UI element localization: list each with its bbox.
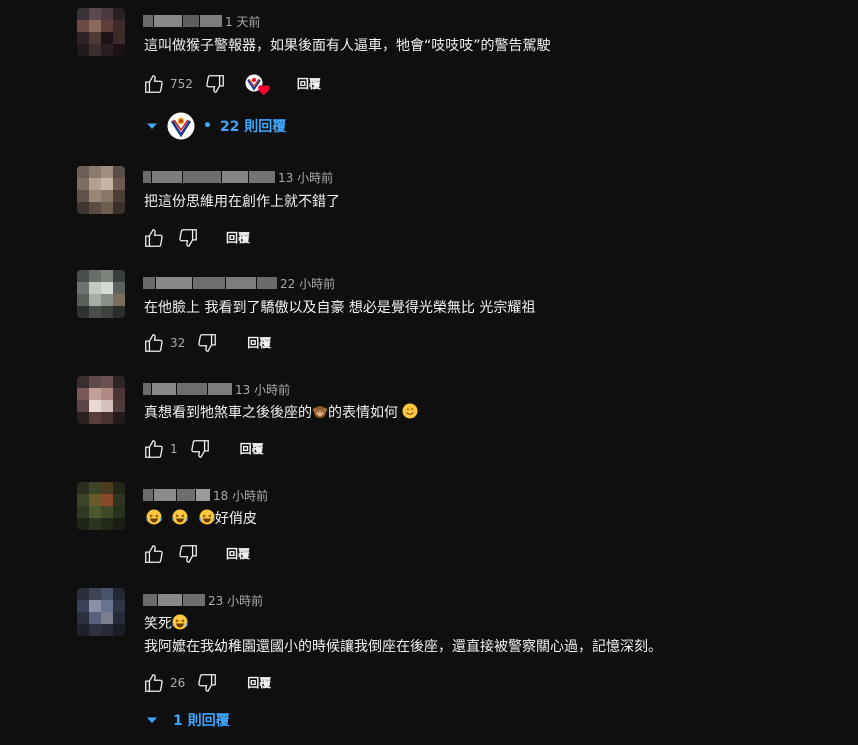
- comment-text: 這叫做猴子警報器，如果後面有人逼車，牠會“吱吱吱”的警告駕駛: [144, 38, 551, 54]
- reply-button[interactable]: 回覆: [216, 226, 260, 250]
- comment-text-part: 笑死: [144, 616, 172, 632]
- comment-text: 在他臉上 我看到了驕傲以及自豪 想必是覺得光榮無比 光宗耀祖: [144, 300, 536, 316]
- reply-button[interactable]: 回覆: [230, 437, 274, 461]
- comment-text: 真想看到牠煞車之後後座的 的表情如何: [144, 403, 418, 423]
- author-line: 13 小時前: [143, 381, 290, 397]
- creator-heart: [245, 72, 271, 96]
- thumbs-up-icon: [145, 229, 163, 247]
- laughing-emoji-icon: [172, 614, 188, 630]
- comment-text: 好俏皮: [144, 509, 257, 529]
- comment-timestamp[interactable]: 13 小時前: [278, 169, 333, 186]
- author-line: 13 小時前: [143, 169, 333, 185]
- author-name[interactable]: [143, 15, 222, 27]
- author-name[interactable]: [143, 383, 232, 395]
- heart-icon: [258, 85, 270, 96]
- comment-timestamp[interactable]: 18 小時前: [213, 487, 268, 504]
- comment-text-part: 好俏皮: [214, 511, 257, 527]
- comment-text: 我阿嬤在我幼稚園還國小的時候讓我倒座在後座，還直接被警察關心過，記憶深刻。: [144, 639, 662, 655]
- comment-timestamp[interactable]: 1 天前: [225, 13, 260, 30]
- reply-button[interactable]: 回覆: [237, 331, 281, 355]
- monkey-emoji-icon: [312, 403, 328, 419]
- laughing-emoji-icon: [172, 509, 189, 525]
- avatar[interactable]: [77, 588, 125, 636]
- reply-button[interactable]: 回覆: [287, 72, 331, 96]
- author-line: 1 天前: [143, 13, 260, 29]
- author-line: 22 小時前: [143, 275, 335, 291]
- author-name[interactable]: [143, 489, 210, 501]
- comment-text: 把這份思維用在創作上就不錯了: [144, 194, 340, 210]
- thumbs-up-icon: [145, 334, 163, 352]
- thumbs-down-icon: [190, 440, 209, 458]
- like-button[interactable]: [142, 671, 166, 695]
- comment-timestamp[interactable]: 22 小時前: [280, 275, 335, 292]
- comment-actions: 752 回覆: [142, 72, 331, 96]
- dislike-button[interactable]: [176, 542, 200, 566]
- reply-button[interactable]: 回覆: [216, 542, 260, 566]
- smiling-face-emoji-icon: [402, 403, 418, 419]
- thumbs-down-icon: [198, 334, 217, 352]
- laughing-emoji-icon: [199, 509, 215, 525]
- thumbs-down-icon: [179, 229, 197, 247]
- like-button[interactable]: [142, 331, 166, 355]
- dislike-button[interactable]: [195, 331, 219, 355]
- comment-actions: 回覆: [142, 226, 260, 250]
- comment-actions: 26 回覆: [142, 671, 281, 695]
- dislike-button[interactable]: [176, 226, 200, 250]
- author-line: 23 小時前: [143, 592, 263, 608]
- like-button[interactable]: [142, 72, 166, 96]
- author-name[interactable]: [143, 594, 205, 606]
- like-button[interactable]: [142, 226, 166, 250]
- caret-down-icon: [147, 123, 157, 129]
- author-name[interactable]: [143, 171, 275, 183]
- dislike-button[interactable]: [195, 671, 219, 695]
- comment-text-part: 真想看到牠煞車之後後座的: [144, 405, 312, 421]
- view-replies-button[interactable]: • 22 則回覆: [145, 112, 286, 140]
- like-count: 1: [170, 442, 178, 456]
- thumbs-up-icon: [145, 545, 163, 563]
- creator-avatar-icon: [167, 112, 195, 140]
- avatar[interactable]: [77, 270, 125, 318]
- comment-timestamp[interactable]: 23 小時前: [208, 592, 263, 609]
- like-button[interactable]: [142, 437, 166, 461]
- replies-count[interactable]: 1 則回覆: [173, 710, 230, 730]
- comment-text: 笑死: [144, 614, 188, 634]
- thumbs-down-icon: [198, 674, 217, 692]
- dislike-button[interactable]: [188, 437, 212, 461]
- avatar[interactable]: [77, 166, 125, 214]
- like-count: 32: [170, 336, 186, 350]
- comment-actions: 1 回覆: [142, 437, 274, 461]
- thumbs-up-icon: [145, 440, 163, 458]
- comment-actions: 32 回覆: [142, 331, 281, 355]
- caret-down-icon: [147, 717, 157, 723]
- replies-count[interactable]: 22 則回覆: [220, 116, 286, 136]
- like-count: 26: [170, 676, 186, 690]
- thumbs-down-icon: [179, 545, 197, 563]
- comment-actions: 回覆: [142, 542, 260, 566]
- thumbs-up-icon: [145, 75, 163, 93]
- author-line: 18 小時前: [143, 487, 268, 503]
- reply-button[interactable]: 回覆: [237, 671, 281, 695]
- like-count: 752: [170, 77, 193, 91]
- bullet-separator: •: [203, 118, 212, 134]
- avatar[interactable]: [77, 376, 125, 424]
- avatar[interactable]: [77, 8, 125, 56]
- thumbs-down-icon: [206, 75, 224, 93]
- dislike-button[interactable]: [203, 72, 227, 96]
- like-button[interactable]: [142, 542, 166, 566]
- author-name[interactable]: [143, 277, 277, 289]
- view-replies-button[interactable]: 1 則回覆: [145, 706, 230, 734]
- thumbs-up-icon: [145, 674, 163, 692]
- avatar[interactable]: [77, 482, 125, 530]
- comment-text-part: 的表情如何: [328, 405, 398, 421]
- laughing-emoji-icon: [146, 509, 162, 525]
- comment-timestamp[interactable]: 13 小時前: [235, 381, 290, 398]
